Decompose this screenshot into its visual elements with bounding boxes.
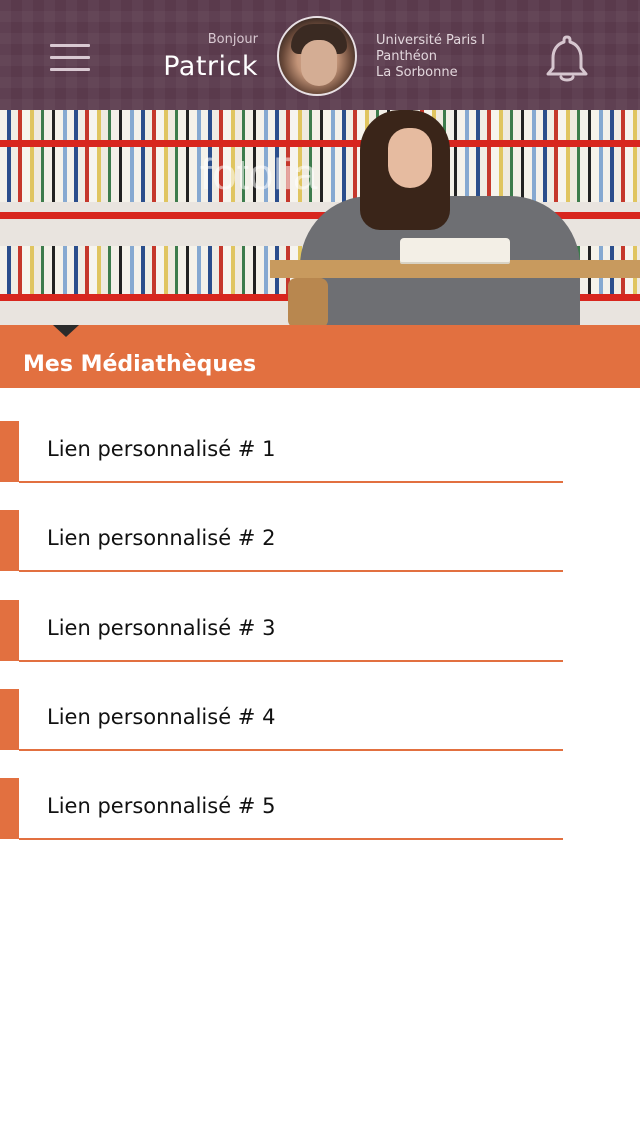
university-line-3: La Sorbonne xyxy=(376,65,458,80)
bookshelf-row xyxy=(0,150,640,219)
menu-line-icon xyxy=(50,68,90,71)
list-item-label: Lien personnalisé # 5 xyxy=(47,794,276,818)
list-item-divider xyxy=(19,838,563,840)
section-title: Mes Médiathèques xyxy=(23,352,257,377)
list-item[interactable]: Lien personnalisé # 3 xyxy=(0,600,563,662)
list-item[interactable]: Lien personnalisé # 5 xyxy=(0,778,563,840)
list-item-marker xyxy=(0,778,19,839)
user-greeting: Bonjour Patrick xyxy=(163,32,258,82)
menu-button[interactable] xyxy=(50,42,90,74)
list-item-divider xyxy=(19,570,563,572)
reading-table xyxy=(270,260,640,278)
library-banner-image: fotolia xyxy=(0,110,640,325)
greeting-text: Bonjour xyxy=(207,32,258,47)
user-name[interactable]: Patrick xyxy=(163,51,258,82)
list-item-label: Lien personnalisé # 4 xyxy=(47,705,276,729)
menu-line-icon xyxy=(50,56,90,59)
app-header: Bonjour Patrick Université Paris I Panth… xyxy=(0,0,640,110)
list-item[interactable]: Lien personnalisé # 4 xyxy=(0,689,563,751)
table-leg xyxy=(288,278,328,325)
list-item-divider xyxy=(19,660,563,662)
reader-face xyxy=(388,128,432,188)
university-line-2: Panthéon xyxy=(376,49,437,64)
books xyxy=(0,150,640,202)
watermark-logo: fotolia xyxy=(200,150,318,199)
notifications-button[interactable] xyxy=(544,34,590,84)
list-item-label: Lien personnalisé # 3 xyxy=(47,616,276,640)
list-item-divider xyxy=(19,749,563,751)
list-item[interactable]: Lien personnalisé # 1 xyxy=(0,421,563,483)
open-book xyxy=(400,238,510,262)
list-item-label: Lien personnalisé # 1 xyxy=(47,437,276,461)
avatar[interactable] xyxy=(277,16,357,96)
list-item-marker xyxy=(0,421,19,482)
section-pointer-icon xyxy=(53,325,79,337)
university-name: Université Paris I Panthéon La Sorbonne xyxy=(376,33,485,81)
avatar-face xyxy=(301,40,337,86)
list-item-marker xyxy=(0,510,19,571)
list-item-label: Lien personnalisé # 2 xyxy=(47,526,276,550)
list-item[interactable]: Lien personnalisé # 2 xyxy=(0,510,563,572)
list-item-divider xyxy=(19,481,563,483)
bell-icon xyxy=(546,35,588,82)
list-item-marker xyxy=(0,600,19,661)
shelf-board xyxy=(0,140,640,147)
menu-line-icon xyxy=(50,44,90,47)
list-item-marker xyxy=(0,689,19,750)
university-line-1: Université Paris I xyxy=(376,33,485,48)
